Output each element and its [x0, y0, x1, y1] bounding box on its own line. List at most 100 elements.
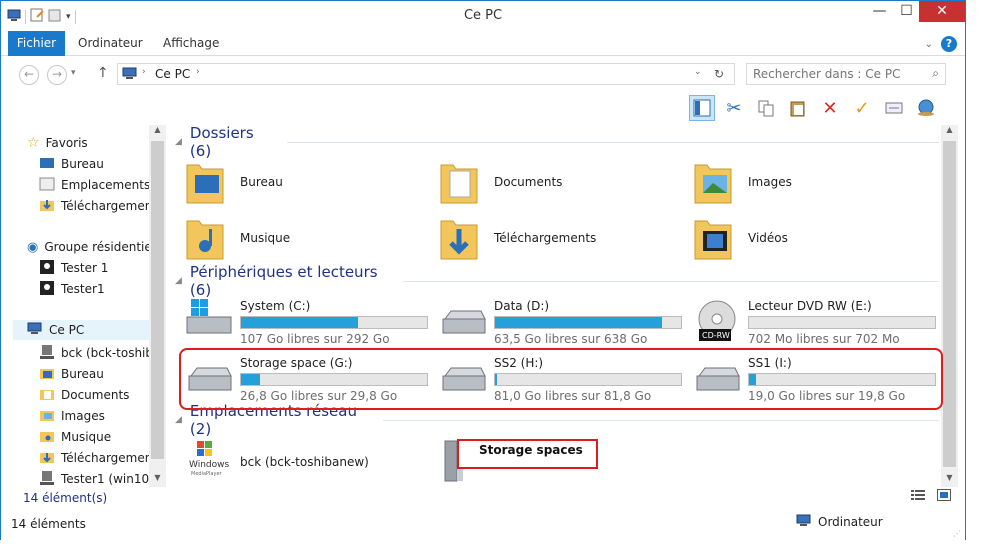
folder-item[interactable]: Bureau: [185, 157, 425, 207]
sidebar-item-homegroup[interactable]: ◉ Groupe résidentiel: [27, 237, 149, 257]
preview-pane-icon[interactable]: [689, 95, 715, 121]
search-input[interactable]: [753, 67, 923, 81]
address-bar[interactable]: › Ce PC › ⌄ ↻: [117, 63, 735, 85]
sidebar-item-network-drive[interactable]: bck (bck-toshibanew): [39, 343, 149, 363]
sidebar-item-label: Bureau: [61, 367, 104, 381]
pictures-folder-icon: [693, 157, 733, 208]
item-label: Documents: [494, 175, 563, 189]
resize-grip-icon[interactable]: ⋰: [953, 529, 961, 538]
scroll-down-icon[interactable]: ▼: [941, 473, 958, 487]
drive-item[interactable]: System (C:) 107 Go libres sur 292 Go: [185, 297, 435, 347]
windows-drive-icon: [185, 297, 233, 340]
sidebar-item-recent-places[interactable]: Emplacements récents: [39, 175, 149, 195]
sidebar-item-pictures[interactable]: Images: [39, 406, 105, 426]
paste-icon[interactable]: [785, 95, 811, 121]
collapse-chevron-icon[interactable]: ◢: [175, 276, 182, 286]
item-label: Téléchargements: [494, 231, 597, 245]
drive-usage-bar: [494, 316, 682, 329]
group-label: Dossiers (6): [189, 124, 254, 160]
sidebar-item-label: Images: [61, 409, 105, 423]
network-globe-icon[interactable]: [913, 95, 939, 121]
sidebar-item-label: Téléchargements: [61, 451, 149, 465]
expand-ribbon-icon[interactable]: ⌄: [925, 39, 933, 50]
folder-item[interactable]: Téléchargements: [439, 213, 679, 263]
group-header-devices[interactable]: ◢ Périphériques et lecteurs (6): [175, 263, 939, 299]
item-label: bck (bck-toshibanew): [240, 455, 369, 469]
folder-icon: [39, 429, 55, 446]
folder-item[interactable]: Musique: [185, 213, 425, 263]
sidebar-item-desktop[interactable]: Bureau: [39, 154, 104, 174]
close-button[interactable]: ✕: [919, 1, 965, 22]
command-toolbar: ✂ ✕ ✓: [689, 93, 939, 123]
sidebar-item-label: Bureau: [61, 157, 104, 171]
recent-locations-icon[interactable]: ▾: [71, 68, 76, 78]
drive-usage-bar: [748, 316, 936, 329]
content-scrollbar[interactable]: ▲ ▼: [941, 125, 958, 487]
drive-label: Data (D:): [494, 299, 550, 313]
network-item[interactable]: Windows MediaPlayer bck (bck-toshibanew): [185, 439, 425, 485]
breadcrumb-separator[interactable]: ›: [142, 67, 146, 77]
help-icon[interactable]: ?: [941, 36, 957, 52]
computer-icon: [796, 514, 812, 530]
cut-icon[interactable]: ✂: [721, 95, 747, 121]
sidebar-item-user[interactable]: Tester1: [39, 279, 105, 299]
folder-item[interactable]: Documents: [439, 157, 679, 207]
drive-item[interactable]: Data (D:) 63,5 Go libres sur 638 Go: [439, 297, 689, 347]
up-arrow-icon[interactable]: ↑: [97, 65, 109, 81]
windows-media-player-icon: Windows MediaPlayer: [185, 439, 235, 482]
sidebar-item-user[interactable]: Tester 1: [39, 258, 108, 278]
sidebar-item-downloads[interactable]: Téléchargements: [39, 196, 149, 216]
sidebar-item-music[interactable]: Musique: [39, 427, 111, 447]
title-bar: ▾ Ce PC — ☐ ✕: [1, 1, 965, 31]
search-box[interactable]: ⌕: [746, 63, 946, 85]
sidebar-item-desktop[interactable]: Bureau: [39, 364, 104, 384]
navigation-pane: ☆ Favoris Bureau Emplacements récents Té…: [9, 125, 149, 487]
folder-item[interactable]: Vidéos: [693, 213, 933, 263]
forward-button[interactable]: →: [47, 65, 67, 85]
tab-computer[interactable]: Ordinateur: [78, 31, 143, 56]
sidebar-item-favorites[interactable]: ☆ Favoris: [27, 133, 88, 153]
group-header-folders[interactable]: ◢ Dossiers (6): [175, 124, 939, 160]
item-label: Images: [748, 175, 792, 189]
details-view-icon[interactable]: [911, 489, 925, 504]
scroll-up-icon[interactable]: ▲: [149, 125, 166, 139]
sidebar-item-label: Tester1 (win10): [61, 472, 149, 486]
network-drive-icon: [39, 344, 55, 363]
folder-item[interactable]: Images: [693, 157, 933, 207]
drive-free-space: 702 Mo libres sur 702 Mo: [748, 332, 900, 346]
content-scroll-thumb[interactable]: [943, 141, 956, 467]
dvd-drive-icon: CD-RW: [693, 297, 741, 348]
maximize-button[interactable]: ☐: [893, 1, 920, 23]
scroll-down-icon[interactable]: ▼: [149, 473, 166, 487]
large-icons-view-icon[interactable]: [937, 489, 951, 504]
sidebar-item-this-pc[interactable]: Ce PC: [13, 320, 149, 340]
group-header-network[interactable]: ◢ Emplacements réseau (2): [175, 402, 939, 438]
sidebar-item-label: Groupe résidentiel: [44, 240, 149, 254]
hard-drive-icon: [439, 297, 487, 340]
tab-view[interactable]: Affichage: [163, 31, 219, 56]
breadcrumb[interactable]: Ce PC: [155, 67, 190, 81]
delete-icon[interactable]: ✕: [817, 95, 843, 121]
nav-scrollbar[interactable]: ▲ ▼: [149, 125, 166, 487]
address-dropdown-icon[interactable]: ⌄: [694, 67, 702, 77]
properties-panel-icon[interactable]: [881, 95, 907, 121]
collapse-chevron-icon[interactable]: ◢: [175, 415, 182, 425]
sidebar-item-network-drive[interactable]: Tester1 (win10): [39, 469, 149, 487]
svg-text:Windows: Windows: [189, 460, 229, 470]
collapse-chevron-icon[interactable]: ◢: [175, 137, 182, 147]
sidebar-item-downloads[interactable]: Téléchargements: [39, 448, 149, 468]
downloads-folder-icon: [39, 450, 55, 467]
nav-scroll-thumb[interactable]: [151, 141, 164, 459]
drive-item[interactable]: CD-RW Lecteur DVD RW (E:) 702 Mo libres …: [693, 297, 943, 347]
minimize-button[interactable]: —: [866, 1, 893, 23]
sidebar-item-documents[interactable]: Documents: [39, 385, 129, 405]
folder-icon: [39, 366, 55, 383]
search-icon[interactable]: ⌕: [932, 66, 939, 81]
back-button[interactable]: ←: [19, 65, 39, 85]
copy-icon[interactable]: [753, 95, 779, 121]
rename-check-icon[interactable]: ✓: [849, 95, 875, 121]
refresh-icon[interactable]: ↻: [714, 67, 724, 81]
tab-file[interactable]: Fichier: [8, 31, 65, 56]
scroll-up-icon[interactable]: ▲: [941, 125, 958, 139]
breadcrumb-separator[interactable]: ›: [196, 67, 200, 77]
